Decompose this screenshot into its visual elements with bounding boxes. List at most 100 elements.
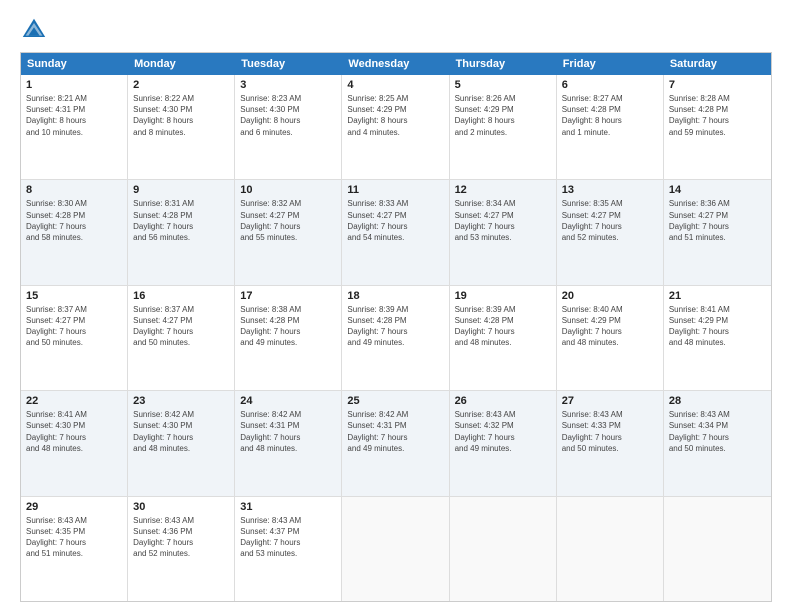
day-cell-1: 1Sunrise: 8:21 AM Sunset: 4:31 PM Daylig… bbox=[21, 75, 128, 179]
day-cell-12: 12 Sunrise: 8:34 AM Sunset: 4:27 PM Dayli… bbox=[450, 180, 557, 284]
day-number: 2 bbox=[133, 79, 229, 91]
day-number: 24 bbox=[240, 395, 336, 407]
header-day-wednesday: Wednesday bbox=[342, 53, 449, 75]
day-info: Sunrise: 8:35 AM Sunset: 4:27 PM Dayligh… bbox=[562, 198, 658, 243]
day-info: Sunrise: 8:43 AM Sunset: 4:35 PM Dayligh… bbox=[26, 515, 122, 560]
day-info: Sunrise: 8:38 AM Sunset: 4:28 PM Dayligh… bbox=[240, 304, 336, 349]
day-cell-4: 4 Sunrise: 8:25 AM Sunset: 4:29 PM Daylig… bbox=[342, 75, 449, 179]
day-info: Sunrise: 8:43 AM Sunset: 4:36 PM Dayligh… bbox=[133, 515, 229, 560]
day-number: 25 bbox=[347, 395, 443, 407]
day-number: 20 bbox=[562, 290, 658, 302]
day-number: 7 bbox=[669, 79, 766, 91]
day-cell-20: 20 Sunrise: 8:40 AM Sunset: 4:29 PM Dayli… bbox=[557, 286, 664, 390]
calendar-week-2: 8 Sunrise: 8:30 AM Sunset: 4:28 PM Daylig… bbox=[21, 180, 771, 285]
day-info: Sunrise: 8:37 AM Sunset: 4:27 PM Dayligh… bbox=[26, 304, 122, 349]
day-cell-9: 9 Sunrise: 8:31 AM Sunset: 4:28 PM Daylig… bbox=[128, 180, 235, 284]
day-info: Sunrise: 8:43 AM Sunset: 4:37 PM Dayligh… bbox=[240, 515, 336, 560]
logo-icon bbox=[20, 16, 48, 44]
day-info: Sunrise: 8:39 AM Sunset: 4:28 PM Dayligh… bbox=[347, 304, 443, 349]
day-cell-6: 6 Sunrise: 8:27 AM Sunset: 4:28 PM Daylig… bbox=[557, 75, 664, 179]
day-cell-25: 25 Sunrise: 8:42 AM Sunset: 4:31 PM Dayli… bbox=[342, 391, 449, 495]
day-info: Sunrise: 8:32 AM Sunset: 4:27 PM Dayligh… bbox=[240, 198, 336, 243]
day-info: Sunrise: 8:42 AM Sunset: 4:31 PM Dayligh… bbox=[347, 409, 443, 454]
day-info: Sunrise: 8:22 AM Sunset: 4:30 PM Dayligh… bbox=[133, 93, 229, 138]
day-cell-29: 29Sunrise: 8:43 AM Sunset: 4:35 PM Dayli… bbox=[21, 497, 128, 601]
day-number: 11 bbox=[347, 184, 443, 196]
day-info: Sunrise: 8:36 AM Sunset: 4:27 PM Dayligh… bbox=[669, 198, 766, 243]
calendar-week-4: 22 Sunrise: 8:41 AM Sunset: 4:30 PM Dayli… bbox=[21, 391, 771, 496]
header-day-thursday: Thursday bbox=[450, 53, 557, 75]
day-cell-28: 28 Sunrise: 8:43 AM Sunset: 4:34 PM Dayli… bbox=[664, 391, 771, 495]
header-day-monday: Monday bbox=[128, 53, 235, 75]
day-cell-23: 23 Sunrise: 8:42 AM Sunset: 4:30 PM Dayli… bbox=[128, 391, 235, 495]
day-info: Sunrise: 8:43 AM Sunset: 4:33 PM Dayligh… bbox=[562, 409, 658, 454]
day-cell-2: 2 Sunrise: 8:22 AM Sunset: 4:30 PM Daylig… bbox=[128, 75, 235, 179]
day-number: 9 bbox=[133, 184, 229, 196]
day-number: 16 bbox=[133, 290, 229, 302]
day-info: Sunrise: 8:33 AM Sunset: 4:27 PM Dayligh… bbox=[347, 198, 443, 243]
day-number: 28 bbox=[669, 395, 766, 407]
day-info: Sunrise: 8:21 AM Sunset: 4:31 PM Dayligh… bbox=[26, 93, 122, 138]
day-info: Sunrise: 8:42 AM Sunset: 4:31 PM Dayligh… bbox=[240, 409, 336, 454]
day-number: 14 bbox=[669, 184, 766, 196]
day-info: Sunrise: 8:34 AM Sunset: 4:27 PM Dayligh… bbox=[455, 198, 551, 243]
day-cell-8: 8 Sunrise: 8:30 AM Sunset: 4:28 PM Daylig… bbox=[21, 180, 128, 284]
calendar-week-1: 1Sunrise: 8:21 AM Sunset: 4:31 PM Daylig… bbox=[21, 75, 771, 180]
day-info: Sunrise: 8:39 AM Sunset: 4:28 PM Dayligh… bbox=[455, 304, 551, 349]
day-info: Sunrise: 8:30 AM Sunset: 4:28 PM Dayligh… bbox=[26, 198, 122, 243]
header-day-friday: Friday bbox=[557, 53, 664, 75]
day-info: Sunrise: 8:42 AM Sunset: 4:30 PM Dayligh… bbox=[133, 409, 229, 454]
day-info: Sunrise: 8:23 AM Sunset: 4:30 PM Dayligh… bbox=[240, 93, 336, 138]
day-number: 22 bbox=[26, 395, 122, 407]
day-number: 21 bbox=[669, 290, 766, 302]
day-info: Sunrise: 8:40 AM Sunset: 4:29 PM Dayligh… bbox=[562, 304, 658, 349]
day-number: 3 bbox=[240, 79, 336, 91]
day-cell-30: 30 Sunrise: 8:43 AM Sunset: 4:36 PM Dayli… bbox=[128, 497, 235, 601]
day-number: 17 bbox=[240, 290, 336, 302]
day-number: 6 bbox=[562, 79, 658, 91]
day-info: Sunrise: 8:37 AM Sunset: 4:27 PM Dayligh… bbox=[133, 304, 229, 349]
day-cell-5: 5Sunrise: 8:26 AM Sunset: 4:29 PM Daylig… bbox=[450, 75, 557, 179]
day-info: Sunrise: 8:25 AM Sunset: 4:29 PM Dayligh… bbox=[347, 93, 443, 138]
day-info: Sunrise: 8:41 AM Sunset: 4:29 PM Dayligh… bbox=[669, 304, 766, 349]
logo bbox=[20, 16, 52, 44]
day-cell-3: 3 Sunrise: 8:23 AM Sunset: 4:30 PM Daylig… bbox=[235, 75, 342, 179]
day-cell-19: 19 Sunrise: 8:39 AM Sunset: 4:28 PM Dayli… bbox=[450, 286, 557, 390]
day-number: 15 bbox=[26, 290, 122, 302]
calendar-header: SundayMondayTuesdayWednesdayThursdayFrid… bbox=[21, 53, 771, 75]
calendar-body: 1Sunrise: 8:21 AM Sunset: 4:31 PM Daylig… bbox=[21, 75, 771, 601]
calendar-week-5: 29Sunrise: 8:43 AM Sunset: 4:35 PM Dayli… bbox=[21, 497, 771, 601]
day-number: 26 bbox=[455, 395, 551, 407]
header-day-saturday: Saturday bbox=[664, 53, 771, 75]
day-info: Sunrise: 8:31 AM Sunset: 4:28 PM Dayligh… bbox=[133, 198, 229, 243]
day-number: 4 bbox=[347, 79, 443, 91]
day-number: 10 bbox=[240, 184, 336, 196]
day-info: Sunrise: 8:41 AM Sunset: 4:30 PM Dayligh… bbox=[26, 409, 122, 454]
day-cell-13: 13 Sunrise: 8:35 AM Sunset: 4:27 PM Dayli… bbox=[557, 180, 664, 284]
header-day-sunday: Sunday bbox=[21, 53, 128, 75]
empty-cell bbox=[557, 497, 664, 601]
day-cell-17: 17 Sunrise: 8:38 AM Sunset: 4:28 PM Dayli… bbox=[235, 286, 342, 390]
day-number: 19 bbox=[455, 290, 551, 302]
day-cell-15: 15 Sunrise: 8:37 AM Sunset: 4:27 PM Dayli… bbox=[21, 286, 128, 390]
day-number: 13 bbox=[562, 184, 658, 196]
day-number: 12 bbox=[455, 184, 551, 196]
day-cell-18: 18 Sunrise: 8:39 AM Sunset: 4:28 PM Dayli… bbox=[342, 286, 449, 390]
day-number: 18 bbox=[347, 290, 443, 302]
day-cell-26: 26Sunrise: 8:43 AM Sunset: 4:32 PM Dayli… bbox=[450, 391, 557, 495]
calendar: SundayMondayTuesdayWednesdayThursdayFrid… bbox=[20, 52, 772, 602]
day-number: 30 bbox=[133, 501, 229, 513]
day-info: Sunrise: 8:43 AM Sunset: 4:34 PM Dayligh… bbox=[669, 409, 766, 454]
day-info: Sunrise: 8:26 AM Sunset: 4:29 PM Dayligh… bbox=[455, 93, 551, 138]
day-info: Sunrise: 8:27 AM Sunset: 4:28 PM Dayligh… bbox=[562, 93, 658, 138]
day-cell-27: 27 Sunrise: 8:43 AM Sunset: 4:33 PM Dayli… bbox=[557, 391, 664, 495]
header bbox=[20, 16, 772, 44]
empty-cell bbox=[664, 497, 771, 601]
day-number: 27 bbox=[562, 395, 658, 407]
day-number: 23 bbox=[133, 395, 229, 407]
day-cell-10: 10 Sunrise: 8:32 AM Sunset: 4:27 PM Dayli… bbox=[235, 180, 342, 284]
day-number: 8 bbox=[26, 184, 122, 196]
empty-cell bbox=[450, 497, 557, 601]
day-cell-16: 16 Sunrise: 8:37 AM Sunset: 4:27 PM Dayli… bbox=[128, 286, 235, 390]
day-info: Sunrise: 8:28 AM Sunset: 4:28 PM Dayligh… bbox=[669, 93, 766, 138]
